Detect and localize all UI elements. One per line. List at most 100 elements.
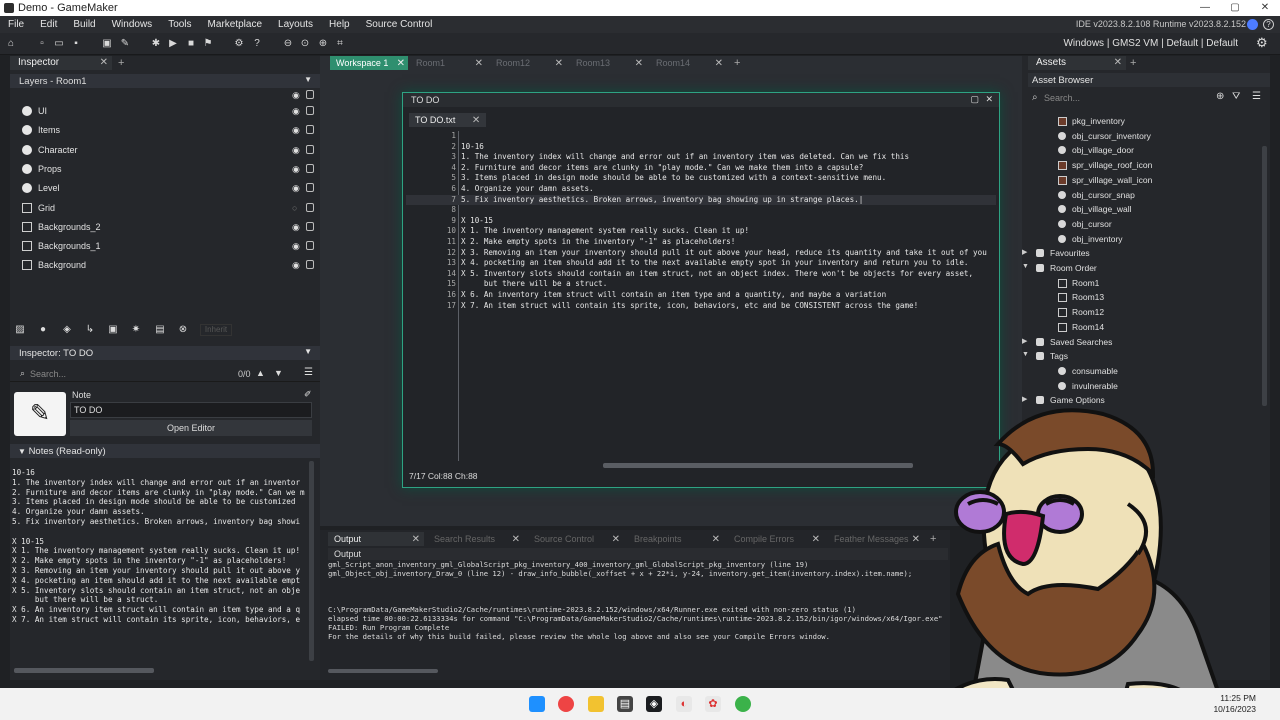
menu-icon[interactable]: ☰	[304, 367, 313, 378]
visibility-eye-icon[interactable]: ○	[292, 203, 297, 213]
chevron-right-icon[interactable]: ▶	[1022, 248, 1027, 256]
close-tab-icon[interactable]: ✕	[412, 534, 420, 545]
app-icon[interactable]: ✿	[705, 696, 721, 712]
inherit-button[interactable]: Inherit	[200, 324, 232, 336]
code-editor[interactable]: ➔ 1210-1631. The inventory index will ch…	[406, 131, 996, 461]
run-icon[interactable]: ▶	[167, 38, 179, 50]
layer-row[interactable]: UI ◉	[10, 102, 320, 121]
tab-source-control[interactable]: Source Control ✕	[528, 532, 624, 546]
tab-workspace-1[interactable]: Workspace 1 ✕	[330, 56, 408, 70]
visibility-eye-icon[interactable]: ◉	[292, 222, 300, 233]
zoom-in-icon[interactable]: ⊕	[317, 38, 329, 50]
pin-icon[interactable]: ✐	[304, 389, 312, 400]
visibility-eye-icon[interactable]: ◉	[292, 106, 300, 117]
add-path-layer-icon[interactable]: ↳	[84, 324, 96, 336]
visibility-eye-icon[interactable]: ◉	[292, 260, 300, 271]
editor-window-header[interactable]: TO DO ▢ ✕	[403, 93, 999, 107]
asset-item[interactable]: Room13	[1028, 290, 1268, 305]
target-settings-gear-icon[interactable]: ⚙	[1256, 36, 1270, 50]
asset-item[interactable]: obj_village_door	[1028, 143, 1268, 158]
tab-output[interactable]: Output ✕	[328, 532, 424, 546]
lock-icon[interactable]	[306, 221, 314, 231]
asset-item[interactable]: obj_cursor	[1028, 217, 1268, 232]
help-icon[interactable]: ?	[1263, 19, 1274, 30]
obs-icon[interactable]: ◐	[676, 696, 692, 712]
add-tab-icon[interactable]: +	[734, 57, 740, 69]
add-filter-layer-icon[interactable]: ▤	[154, 324, 166, 336]
settings-icon[interactable]: ⚙	[233, 38, 245, 50]
horizontal-scrollbar[interactable]	[14, 668, 154, 673]
search-input[interactable]: Search...	[30, 369, 66, 379]
menu-help[interactable]: Help	[321, 19, 358, 30]
clean-icon[interactable]: ✎	[119, 38, 131, 50]
close-tab-icon[interactable]: ✕	[512, 534, 520, 545]
menu-edit[interactable]: Edit	[32, 19, 65, 30]
tab-search-results[interactable]: Search Results ✕	[428, 532, 524, 546]
file-tab[interactable]: TO DO.txt ✕	[409, 113, 487, 127]
tab-feather-messages[interactable]: Feather Messages ✕	[828, 532, 924, 546]
layer-row[interactable]: Grid ○	[10, 199, 320, 218]
menu-marketplace[interactable]: Marketplace	[200, 19, 270, 30]
next-result-icon[interactable]: ▼	[274, 368, 283, 378]
gamemaker-icon[interactable]: ◈	[646, 696, 662, 712]
layer-row[interactable]: Background ◉	[10, 256, 320, 275]
file-explorer-icon[interactable]	[588, 696, 604, 712]
delete-layer-icon[interactable]: ⊗	[177, 324, 189, 336]
chrome-icon[interactable]	[558, 696, 574, 712]
close-window-button[interactable]: ✕	[1250, 0, 1280, 16]
tab-room14[interactable]: Room14 ✕	[650, 56, 726, 70]
open-editor-button[interactable]: Open Editor	[70, 420, 312, 436]
notepad-icon[interactable]: ▤	[617, 696, 633, 712]
chevron-right-icon[interactable]: ▶	[1022, 395, 1027, 403]
menu-build[interactable]: Build	[65, 19, 103, 30]
user-account-icon[interactable]	[1247, 19, 1258, 30]
layer-row[interactable]: Level ◉	[10, 179, 320, 198]
menu-layouts[interactable]: Layouts	[270, 19, 321, 30]
help-toolbar-icon[interactable]: ?	[251, 38, 263, 50]
package-icon[interactable]: ▣	[101, 38, 113, 50]
add-background-layer-icon[interactable]: ▨	[14, 324, 26, 336]
vertical-scrollbar[interactable]	[309, 461, 314, 661]
close-tab-icon[interactable]: ✕	[555, 58, 563, 69]
close-tab-icon[interactable]: ✕	[612, 534, 620, 545]
home-icon[interactable]: ⌂	[5, 38, 17, 50]
filter-icon[interactable]: ⛛	[1232, 91, 1240, 102]
lock-icon[interactable]	[306, 202, 314, 212]
menu-tools[interactable]: Tools	[160, 19, 199, 30]
layer-row[interactable]: Items ◉	[10, 121, 320, 140]
menu-icon[interactable]: ☰	[1252, 91, 1261, 102]
asset-item[interactable]: Room1	[1028, 276, 1268, 291]
editor-horizontal-scrollbar[interactable]	[603, 463, 913, 468]
lock-icon[interactable]	[306, 163, 314, 173]
add-tab-icon[interactable]: +	[1130, 57, 1136, 69]
asset-item[interactable]: obj_cursor_snap	[1028, 188, 1268, 203]
lock-icon[interactable]	[306, 125, 314, 135]
asset-item[interactable]: ▼ Room Order	[1022, 261, 1268, 276]
eye-icon[interactable]: ◉	[292, 90, 300, 101]
close-tab-icon[interactable]: ✕	[912, 534, 920, 545]
close-icon[interactable]: ✕	[985, 94, 993, 105]
stop-icon[interactable]: ■	[185, 38, 197, 50]
add-instance-layer-icon[interactable]: ●	[37, 324, 49, 336]
lock-icon[interactable]	[306, 106, 314, 115]
lock-icon[interactable]	[306, 183, 314, 193]
asset-item[interactable]: invulnerable	[1028, 379, 1268, 394]
add-effect-layer-icon[interactable]: ✷	[130, 324, 142, 336]
close-tab-icon[interactable]: ✕	[715, 58, 723, 69]
tab-breakpoints[interactable]: Breakpoints ✕	[628, 532, 724, 546]
menu-source-control[interactable]: Source Control	[358, 19, 441, 30]
layer-row[interactable]: Character ◉	[10, 141, 320, 160]
tab-room1[interactable]: Room1 ✕	[410, 56, 486, 70]
lock-icon[interactable]	[306, 241, 314, 251]
tab-compile-errors[interactable]: Compile Errors ✕	[728, 532, 824, 546]
chevron-right-icon[interactable]: ▶	[1022, 337, 1027, 345]
asset-item[interactable]: consumable	[1028, 364, 1268, 379]
layer-row[interactable]: Backgrounds_1 ◉	[10, 237, 320, 256]
visibility-eye-icon[interactable]: ◉	[292, 145, 300, 156]
asset-item[interactable]: Room12	[1028, 305, 1268, 320]
add-tab-icon[interactable]: +	[118, 57, 124, 69]
clean-build-icon[interactable]: ⚑	[202, 38, 214, 50]
lock-icon[interactable]	[306, 260, 314, 270]
start-menu-icon[interactable]	[529, 696, 545, 712]
menu-windows[interactable]: Windows	[104, 19, 161, 30]
